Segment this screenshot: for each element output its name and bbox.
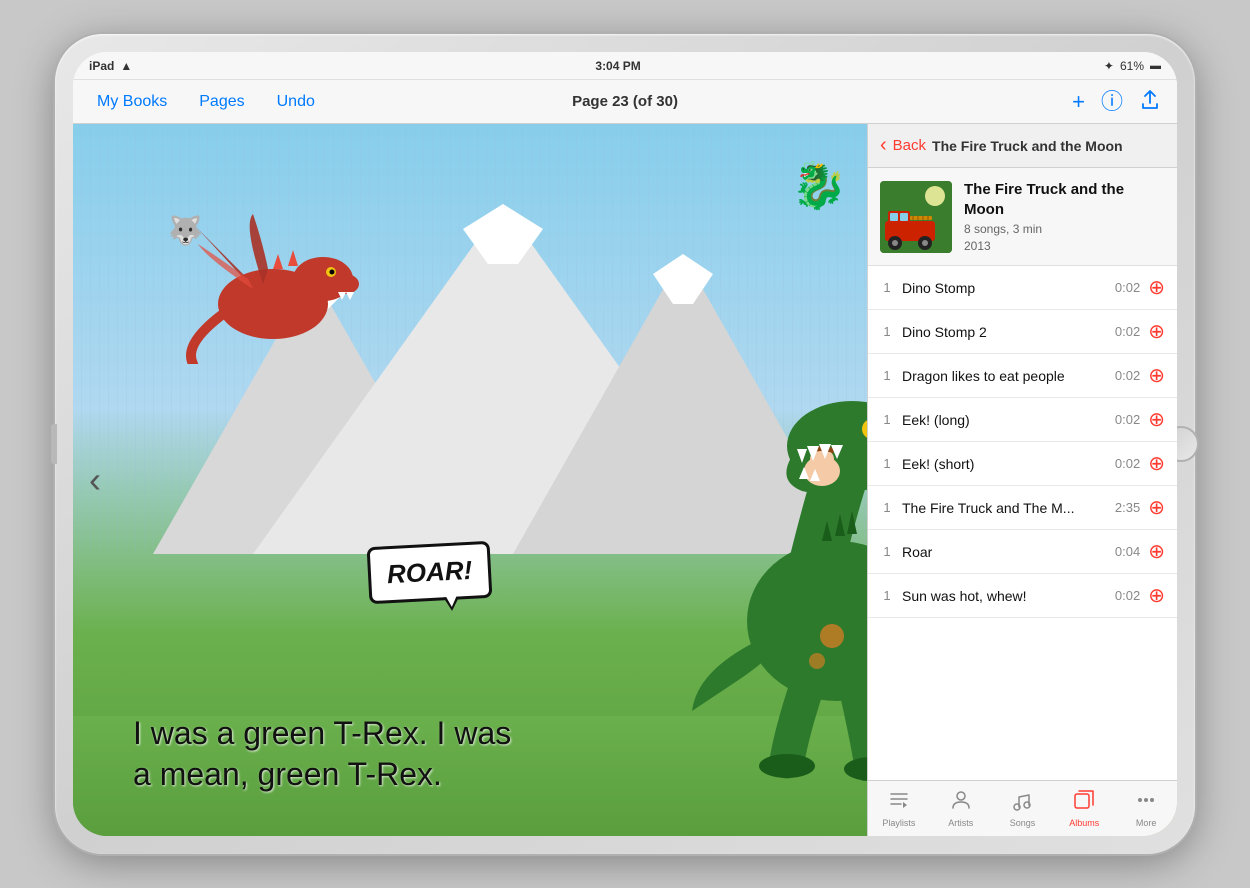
tab-songs[interactable]: Songs: [992, 783, 1054, 834]
song-item[interactable]: 1 Dino Stomp 0:02 ⊕: [868, 266, 1177, 310]
songs-tab-label: Songs: [1010, 818, 1036, 828]
pages-button[interactable]: Pages: [191, 89, 252, 115]
battery-percent-label: 61%: [1120, 59, 1144, 73]
status-left: iPad ▲: [89, 59, 132, 73]
nav-arrow-left[interactable]: ‹: [89, 459, 101, 501]
song-add-button[interactable]: ⊕: [1148, 454, 1165, 474]
song-duration-label: 2:35: [1108, 500, 1140, 515]
song-name-label: Sun was hot, whew!: [902, 588, 1100, 604]
albums-tab-icon: [1073, 789, 1095, 816]
back-chevron-icon: ‹: [880, 134, 887, 157]
song-name-label: The Fire Truck and The M...: [902, 500, 1100, 516]
album-meta-songs: 8 songs, 3 min: [964, 222, 1165, 236]
side-button[interactable]: [51, 424, 57, 464]
song-name-label: Eek! (short): [902, 456, 1100, 472]
playlists-tab-icon: [888, 789, 910, 816]
main-content: 🐺 🐉: [73, 124, 1177, 836]
song-track-number: 1: [880, 588, 894, 603]
album-meta-year: 2013: [964, 239, 1165, 253]
tablet-device: iPad ▲ 3:04 PM ✦ 61% ▬ My Books Pages Un…: [55, 34, 1195, 854]
info-button[interactable]: ⓘ: [1101, 91, 1123, 113]
music-panel-header: ‹ Back The Fire Truck and the Moon: [868, 124, 1177, 168]
book-text: I was a green T-Rex. I was a mean, green…: [133, 713, 513, 796]
song-duration-label: 0:02: [1108, 456, 1140, 471]
song-track-number: 1: [880, 456, 894, 471]
song-duration-label: 0:04: [1108, 544, 1140, 559]
song-track-number: 1: [880, 544, 894, 559]
tablet-screen: iPad ▲ 3:04 PM ✦ 61% ▬ My Books Pages Un…: [73, 52, 1177, 836]
song-duration-label: 0:02: [1108, 280, 1140, 295]
music-panel: ‹ Back The Fire Truck and the Moon: [867, 124, 1177, 836]
song-duration-label: 0:02: [1108, 324, 1140, 339]
songs-tab-icon: [1011, 789, 1033, 816]
song-add-button[interactable]: ⊕: [1148, 410, 1165, 430]
song-name-label: Roar: [902, 544, 1100, 560]
artists-tab-icon: [950, 789, 972, 816]
album-info: The Fire Truck and the Moon 8 songs, 3 m…: [868, 168, 1177, 266]
red-dragon-svg: [183, 204, 383, 364]
song-item[interactable]: 1 The Fire Truck and The M... 2:35 ⊕: [868, 486, 1177, 530]
toolbar: My Books Pages Undo Page 23 (of 30) + ⓘ: [73, 80, 1177, 124]
device-name-label: iPad: [89, 59, 114, 73]
more-tab-label: More: [1136, 818, 1157, 828]
status-time: 3:04 PM: [595, 59, 640, 73]
wolf-left-icon: 🐺: [168, 214, 203, 247]
song-name-label: Dragon likes to eat people: [902, 368, 1100, 384]
music-tab-bar: Playlists Artists Songs Albums More: [868, 780, 1177, 836]
albums-tab-label: Albums: [1069, 818, 1099, 828]
more-tab-icon: [1135, 789, 1157, 816]
song-item[interactable]: 1 Eek! (short) 0:02 ⊕: [868, 442, 1177, 486]
song-item[interactable]: 1 Eek! (long) 0:02 ⊕: [868, 398, 1177, 442]
song-item[interactable]: 1 Roar 0:04 ⊕: [868, 530, 1177, 574]
tab-more[interactable]: More: [1115, 783, 1177, 834]
song-track-number: 1: [880, 368, 894, 383]
toolbar-left-buttons: My Books Pages Undo: [89, 89, 323, 115]
my-books-button[interactable]: My Books: [89, 89, 175, 115]
song-name-label: Dino Stomp 2: [902, 324, 1100, 340]
song-add-button[interactable]: ⊕: [1148, 278, 1165, 298]
status-bar: iPad ▲ 3:04 PM ✦ 61% ▬: [73, 52, 1177, 80]
song-track-number: 1: [880, 500, 894, 515]
share-button[interactable]: [1139, 89, 1161, 115]
playlists-tab-label: Playlists: [882, 818, 915, 828]
song-add-button[interactable]: ⊕: [1148, 322, 1165, 342]
wifi-icon: ▲: [120, 59, 132, 73]
song-item[interactable]: 1 Dragon likes to eat people 0:02 ⊕: [868, 354, 1177, 398]
panel-title: The Fire Truck and the Moon: [932, 138, 1165, 154]
song-name-label: Dino Stomp: [902, 280, 1100, 296]
song-add-button[interactable]: ⊕: [1148, 366, 1165, 386]
tab-albums[interactable]: Albums: [1053, 783, 1115, 834]
album-title: The Fire Truck and the Moon: [964, 180, 1165, 219]
roar-bubble: ROAR!: [367, 541, 493, 604]
red-dragon: [183, 204, 383, 364]
song-add-button[interactable]: ⊕: [1148, 498, 1165, 518]
back-button[interactable]: Back: [893, 137, 926, 154]
battery-icon: ▬: [1150, 60, 1161, 72]
flying-dragon-icon: 🐉: [791, 159, 847, 212]
song-list: 1 Dino Stomp 0:02 ⊕ 1 Dino Stomp 2 0:02 ⊕ 1 Drago…: [868, 266, 1177, 780]
undo-button[interactable]: Undo: [269, 89, 323, 115]
song-duration-label: 0:02: [1108, 588, 1140, 603]
song-add-button[interactable]: ⊕: [1148, 542, 1165, 562]
bluetooth-icon: ✦: [1104, 59, 1114, 73]
album-art: [880, 181, 952, 253]
artists-tab-label: Artists: [948, 818, 973, 828]
add-button[interactable]: +: [1072, 91, 1085, 113]
song-track-number: 1: [880, 280, 894, 295]
roar-text: ROAR!: [386, 555, 473, 589]
song-item[interactable]: 1 Dino Stomp 2 0:02 ⊕: [868, 310, 1177, 354]
song-duration-label: 0:02: [1108, 412, 1140, 427]
song-item[interactable]: 1 Sun was hot, whew! 0:02 ⊕: [868, 574, 1177, 618]
toolbar-right-buttons: + ⓘ: [1072, 89, 1161, 115]
status-right: ✦ 61% ▬: [1104, 59, 1161, 73]
tab-artists[interactable]: Artists: [930, 783, 992, 834]
song-track-number: 1: [880, 412, 894, 427]
song-duration-label: 0:02: [1108, 368, 1140, 383]
page-info-label: Page 23 (of 30): [572, 93, 678, 110]
album-details: The Fire Truck and the Moon 8 songs, 3 m…: [964, 180, 1165, 253]
song-add-button[interactable]: ⊕: [1148, 586, 1165, 606]
song-name-label: Eek! (long): [902, 412, 1100, 428]
song-track-number: 1: [880, 324, 894, 339]
tab-playlists[interactable]: Playlists: [868, 783, 930, 834]
